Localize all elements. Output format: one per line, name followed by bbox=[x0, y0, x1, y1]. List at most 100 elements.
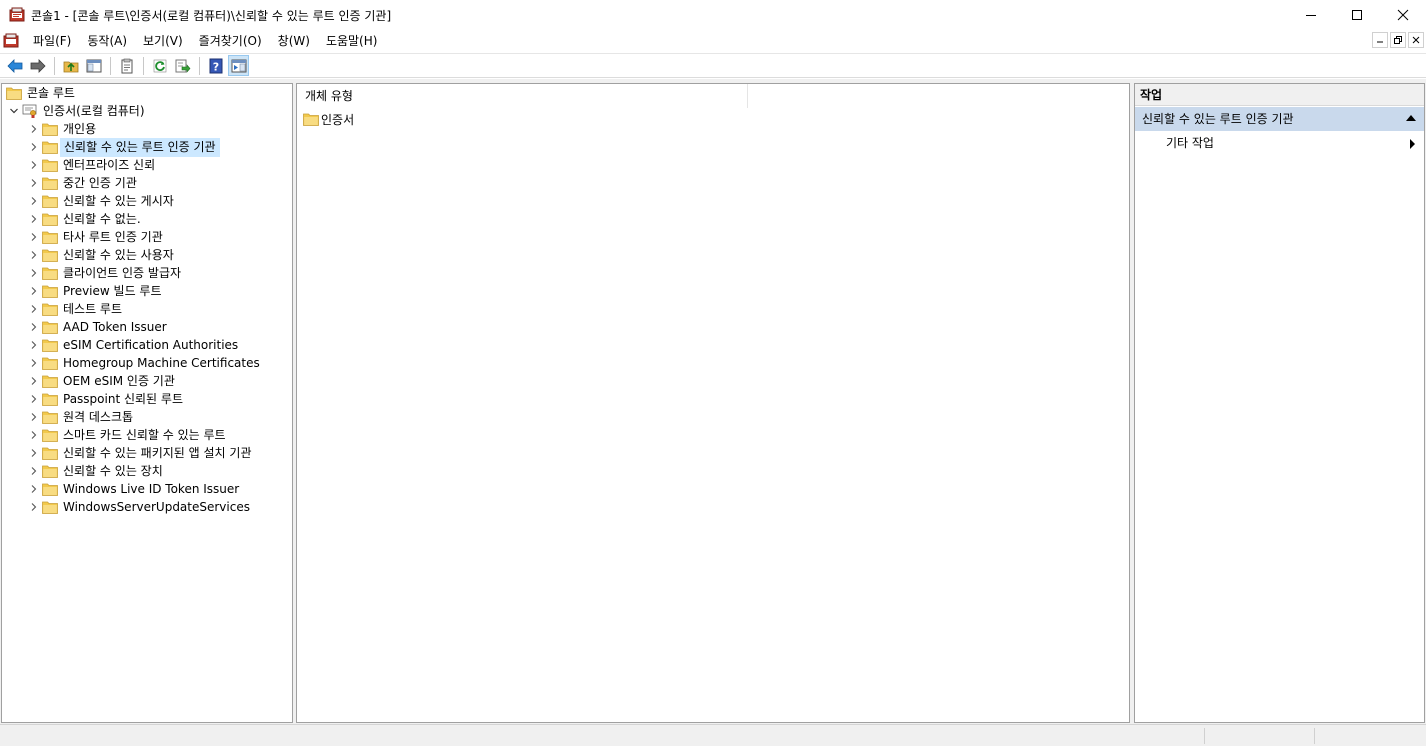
minimize-button[interactable] bbox=[1288, 0, 1334, 30]
tree-item[interactable]: Windows Live ID Token Issuer bbox=[26, 480, 242, 498]
tree-item[interactable]: 중간 인증 기관 bbox=[26, 174, 140, 192]
chevron-right-icon[interactable] bbox=[26, 390, 42, 408]
column-header-object-type[interactable]: 개체 유형 bbox=[297, 84, 748, 108]
tree-item[interactable]: 신뢰할 수 있는 장치 bbox=[26, 462, 166, 480]
tree-item[interactable]: Passpoint 신뢰된 루트 bbox=[26, 390, 186, 408]
console-tree-pane[interactable]: 콘솔 루트 인증서(로컬 컴퓨터) 개인용 신뢰할 수 있는 루트 인증 기관 엔터… bbox=[1, 83, 293, 723]
tree-item-label: Passpoint 신뢰된 루트 bbox=[63, 391, 183, 406]
toolbar-separator bbox=[54, 56, 55, 75]
folder-icon bbox=[42, 266, 60, 280]
refresh-button[interactable] bbox=[149, 55, 170, 76]
chevron-right-icon[interactable] bbox=[26, 120, 42, 138]
tree-computer-node[interactable]: 인증서(로컬 컴퓨터) bbox=[6, 102, 148, 120]
mdi-close-button[interactable] bbox=[1408, 32, 1424, 48]
chevron-right-icon[interactable] bbox=[26, 264, 42, 282]
mdi-minimize-button[interactable] bbox=[1372, 32, 1388, 48]
tree-item[interactable]: Preview 빌드 루트 bbox=[26, 282, 165, 300]
chevron-right-icon[interactable] bbox=[26, 462, 42, 480]
console-document-icon[interactable] bbox=[3, 33, 19, 49]
chevron-right-icon[interactable] bbox=[26, 228, 42, 246]
tree-item-label: 신뢰할 수 있는 사용자 bbox=[63, 247, 174, 262]
folder-icon bbox=[42, 158, 60, 172]
tree-item[interactable]: 개인용 bbox=[26, 120, 99, 138]
forward-button[interactable] bbox=[27, 55, 48, 76]
tree-item[interactable]: 테스트 루트 bbox=[26, 300, 125, 318]
tree-item[interactable]: 스마트 카드 신뢰할 수 있는 루트 bbox=[26, 426, 229, 444]
up-one-level-button[interactable] bbox=[60, 55, 81, 76]
tree-root[interactable]: 콘솔 루트 bbox=[6, 84, 78, 102]
menu-view[interactable]: 보기(V) bbox=[135, 30, 191, 52]
chevron-right-icon[interactable] bbox=[26, 192, 42, 210]
folder-icon bbox=[42, 482, 60, 496]
tree-item[interactable]: 엔터프라이즈 신뢰 bbox=[26, 156, 158, 174]
tree-item[interactable]: 원격 데스크톱 bbox=[26, 408, 136, 426]
chevron-right-icon[interactable] bbox=[26, 300, 42, 318]
menu-window[interactable]: 창(W) bbox=[270, 30, 318, 52]
folder-icon bbox=[42, 464, 60, 478]
chevron-right-icon[interactable] bbox=[26, 282, 42, 300]
export-list-button[interactable] bbox=[172, 55, 193, 76]
chevron-right-icon[interactable] bbox=[26, 318, 42, 336]
folder-icon bbox=[42, 212, 60, 226]
menu-action[interactable]: 동작(A) bbox=[79, 30, 135, 52]
show-hide-action-pane-button[interactable] bbox=[228, 55, 249, 76]
maximize-button[interactable] bbox=[1334, 0, 1380, 30]
tree-item[interactable]: 클라이언트 인증 발급자 bbox=[26, 264, 184, 282]
chevron-right-icon[interactable] bbox=[26, 480, 42, 498]
chevron-down-icon[interactable] bbox=[6, 102, 22, 120]
close-icon bbox=[1397, 9, 1409, 21]
tree-computer-label: 인증서(로컬 컴퓨터) bbox=[43, 103, 145, 118]
tree-item[interactable]: AAD Token Issuer bbox=[26, 318, 170, 336]
folder-icon bbox=[42, 248, 60, 262]
tree-item[interactable]: OEM eSIM 인증 기관 bbox=[26, 372, 178, 390]
action-more-actions[interactable]: 기타 작업 bbox=[1166, 133, 1214, 153]
menu-help[interactable]: 도움말(H) bbox=[318, 30, 386, 52]
tree-item[interactable]: WindowsServerUpdateServices bbox=[26, 498, 253, 516]
folder-icon bbox=[42, 122, 60, 136]
chevron-right-icon[interactable] bbox=[26, 336, 42, 354]
back-arrow-icon bbox=[6, 58, 22, 73]
chevron-right-icon[interactable] bbox=[26, 408, 42, 426]
tree-item-label: 신뢰할 수 있는 게시자 bbox=[63, 193, 174, 208]
menu-file[interactable]: 파일(F) bbox=[25, 30, 79, 52]
chevron-right-icon[interactable] bbox=[26, 426, 42, 444]
chevron-right-icon[interactable] bbox=[26, 174, 42, 192]
tree-item[interactable]: 신뢰할 수 있는 패키지된 앱 설치 기관 bbox=[26, 444, 255, 462]
show-hide-tree-button[interactable] bbox=[83, 55, 104, 76]
folder-icon bbox=[42, 500, 60, 514]
tree-item[interactable]: Homegroup Machine Certificates bbox=[26, 354, 263, 372]
tree-item[interactable]: 신뢰할 수 있는 루트 인증 기관 bbox=[26, 137, 220, 157]
minimize-icon bbox=[1377, 41, 1383, 43]
chevron-right-icon[interactable] bbox=[26, 138, 42, 156]
chevron-right-icon[interactable] bbox=[26, 246, 42, 264]
menu-favorites[interactable]: 즐겨찾기(O) bbox=[191, 30, 270, 52]
properties-button[interactable] bbox=[116, 55, 137, 76]
chevron-right-icon[interactable] bbox=[26, 210, 42, 228]
chevron-right-icon[interactable] bbox=[26, 444, 42, 462]
tree-item-label: 중간 인증 기관 bbox=[63, 175, 137, 190]
chevron-right-icon[interactable] bbox=[26, 354, 42, 372]
toolbar-separator bbox=[110, 56, 111, 75]
collapse-up-icon[interactable] bbox=[1406, 115, 1416, 121]
tree-item[interactable]: 타사 루트 인증 기관 bbox=[26, 228, 166, 246]
chevron-right-icon[interactable] bbox=[26, 372, 42, 390]
action-section-header[interactable]: 신뢰할 수 있는 루트 인증 기관 bbox=[1135, 107, 1424, 131]
result-pane[interactable]: 개체 유형 인증서 bbox=[296, 83, 1130, 723]
help-button[interactable]: ? bbox=[205, 55, 226, 76]
mmc-app-icon bbox=[9, 7, 25, 22]
submenu-arrow-icon[interactable] bbox=[1410, 139, 1415, 149]
tree-item-label: 스마트 카드 신뢰할 수 있는 루트 bbox=[63, 427, 226, 442]
list-item[interactable]: 인증서 bbox=[303, 110, 354, 128]
export-list-icon bbox=[175, 59, 190, 73]
mdi-restore-button[interactable] bbox=[1390, 32, 1406, 48]
folder-icon bbox=[42, 320, 60, 334]
tree-item[interactable]: 신뢰할 수 없는. bbox=[26, 210, 144, 228]
chevron-right-icon[interactable] bbox=[26, 156, 42, 174]
chevron-right-icon[interactable] bbox=[26, 498, 42, 516]
folder-icon bbox=[42, 140, 60, 154]
tree-item[interactable]: 신뢰할 수 있는 게시자 bbox=[26, 192, 177, 210]
tree-item[interactable]: eSIM Certification Authorities bbox=[26, 336, 241, 354]
close-button[interactable] bbox=[1380, 0, 1426, 30]
back-button[interactable] bbox=[4, 55, 25, 76]
tree-item[interactable]: 신뢰할 수 있는 사용자 bbox=[26, 246, 177, 264]
